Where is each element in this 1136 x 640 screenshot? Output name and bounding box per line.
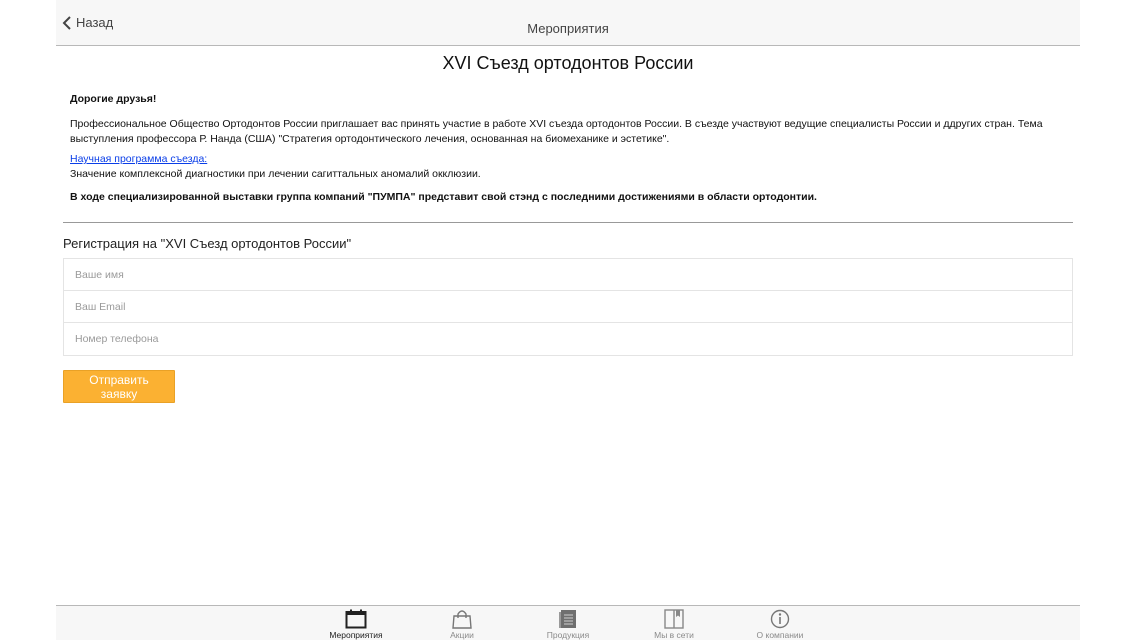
tab-label: Продукция [546,630,590,640]
catalog-icon [559,610,576,628]
tab-promotions[interactable]: Акции [409,606,515,640]
book-icon [664,609,684,629]
tab-events[interactable]: Мероприятия [303,606,409,640]
tab-products[interactable]: Продукция [515,606,621,640]
tab-social[interactable]: Мы в сети [621,606,727,640]
tab-bar: Мероприятия Акции Продукция Мы в сети О … [56,605,1080,640]
divider [63,222,1073,223]
email-input[interactable] [64,291,1072,323]
tab-about[interactable]: О компании [727,606,833,640]
intro-text: Профессиональное Общество Ортодонтов Рос… [70,118,1043,145]
tab-label: Мы в сети [654,630,694,640]
back-button[interactable]: Назад [62,0,113,45]
tab-label: Акции [450,630,474,640]
greeting-text: Дорогие друзья! [70,93,157,105]
app-window: Назад Мероприятия XVI Съезд ортодонтов Р… [56,0,1080,640]
phone-input[interactable] [64,323,1072,355]
registration-title: Регистрация на "XVI Съезд ортодонтов Рос… [63,236,352,251]
submit-button[interactable]: Отправить заявку [63,370,175,403]
content-area: XVI Съезд ортодонтов России Дорогие друз… [56,46,1080,403]
header-title: Мероприятия [527,21,609,36]
tab-label: Мероприятия [329,630,383,640]
program-text: Значение комплексной диагностики при леч… [70,168,481,180]
nav-header: Назад Мероприятия [56,0,1080,46]
page-title: XVI Съезд ортодонтов России [442,53,694,73]
shopping-bag-icon [452,610,472,629]
program-link[interactable]: Научная программа съезда: [70,153,207,165]
exhibition-note: В ходе специализированной выставки групп… [70,191,817,203]
back-label: Назад [76,15,114,30]
calendar-icon [345,609,367,629]
info-icon [770,609,790,629]
chevron-left-icon [62,15,71,30]
event-description: Дорогие друзья! Профессиональное Обществ… [56,92,1080,205]
tab-label: О компании [756,630,804,640]
registration-form [63,258,1073,356]
name-input[interactable] [64,259,1072,291]
